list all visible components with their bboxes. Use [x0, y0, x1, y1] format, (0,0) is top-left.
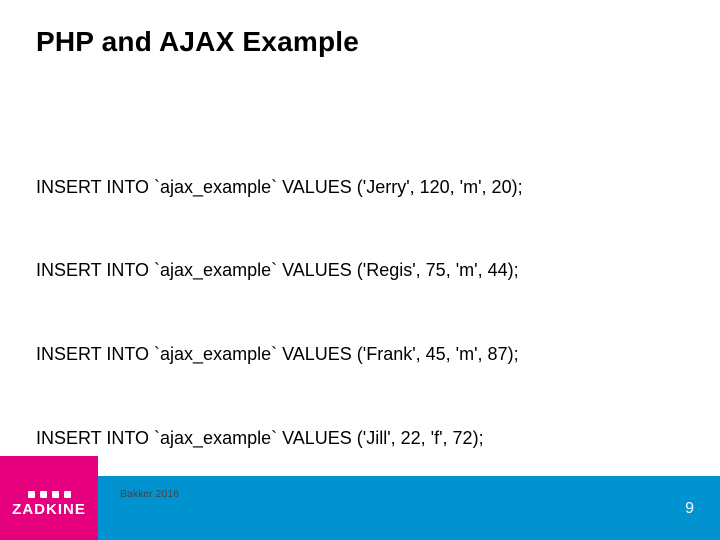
dot-icon — [64, 491, 71, 498]
logo-dots-icon — [28, 491, 71, 498]
slide-title: PHP and AJAX Example — [36, 26, 359, 58]
logo-text: ZADKINE — [12, 501, 86, 518]
attribution-text: Bakker 2016 — [120, 488, 179, 500]
dot-icon — [28, 491, 35, 498]
footer-bar — [0, 476, 720, 540]
code-line: INSERT INTO `ajax_example` VALUES ('Fran… — [36, 341, 523, 369]
dot-icon — [40, 491, 47, 498]
slide: PHP and AJAX Example INSERT INTO `ajax_e… — [0, 0, 720, 540]
code-line: INSERT INTO `ajax_example` VALUES ('Jill… — [36, 425, 523, 453]
code-line: INSERT INTO `ajax_example` VALUES ('Jerr… — [36, 174, 523, 202]
page-number: 9 — [685, 500, 694, 518]
code-line: INSERT INTO `ajax_example` VALUES ('Regi… — [36, 257, 523, 285]
zadkine-logo: ZADKINE — [0, 456, 98, 540]
dot-icon — [52, 491, 59, 498]
